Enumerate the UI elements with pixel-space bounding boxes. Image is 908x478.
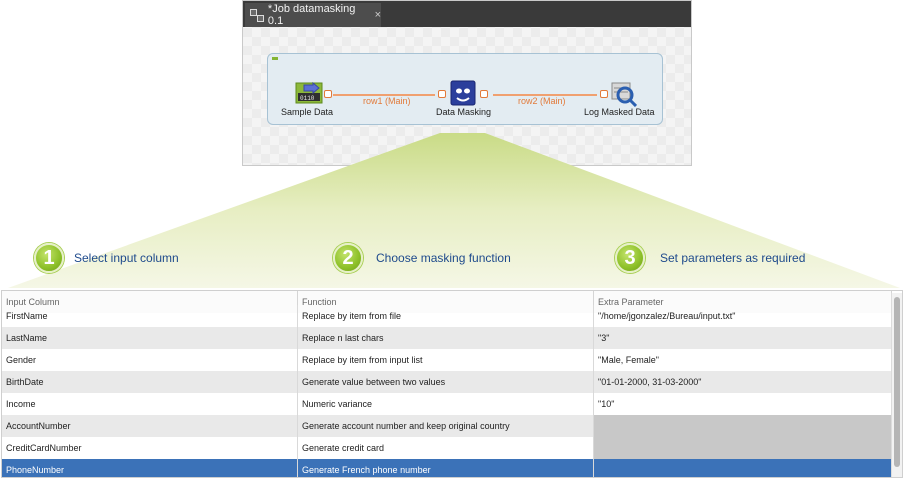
input-column-cell[interactable]: FirstName	[2, 305, 298, 327]
input-column-cell[interactable]: PhoneNumber	[2, 459, 298, 477]
step-1-badge: 1	[34, 243, 64, 273]
step-2-text: Choose masking function	[376, 251, 511, 265]
extra-parameter-cell[interactable]: "/home/jgonzalez/Bureau/input.txt"	[594, 305, 892, 327]
extra-parameter-cell[interactable]: "Male, Female"	[594, 349, 892, 371]
table-row[interactable]: FirstName Replace by item from file "/ho…	[2, 305, 892, 327]
extra-parameter-cell[interactable]: "10"	[594, 393, 892, 415]
function-cell[interactable]: Replace n last chars	[298, 327, 594, 349]
input-column-cell[interactable]: AccountNumber	[2, 415, 298, 437]
function-cell[interactable]: Replace by item from input list	[298, 349, 594, 371]
input-column-cell[interactable]: LastName	[2, 327, 298, 349]
extra-parameter-cell[interactable]	[594, 459, 892, 477]
table-row[interactable]: CreditCardNumber Generate credit card	[2, 437, 892, 459]
input-column-cell[interactable]: Gender	[2, 349, 298, 371]
table-row[interactable]: AccountNumber Generate account number an…	[2, 415, 892, 437]
extra-parameter-cell[interactable]: "01-01-2000, 31-03-2000"	[594, 371, 892, 393]
table-row[interactable]: BirthDate Generate value between two val…	[2, 371, 892, 393]
function-cell[interactable]: Generate account number and keep origina…	[298, 415, 594, 437]
function-cell[interactable]: Generate French phone number	[298, 459, 594, 477]
function-cell[interactable]: Generate credit card	[298, 437, 594, 459]
input-column-cell[interactable]: Income	[2, 393, 298, 415]
function-cell[interactable]: Replace by item from file	[298, 305, 594, 327]
step-3-text: Set parameters as required	[660, 251, 806, 265]
table-row[interactable]: Gender Replace by item from input list "…	[2, 349, 892, 371]
table-row[interactable]: Income Numeric variance "10"	[2, 393, 892, 415]
extra-parameter-cell[interactable]: "3"	[594, 327, 892, 349]
table-row[interactable]: LastName Replace n last chars "3"	[2, 327, 892, 349]
extra-parameter-cell	[594, 415, 892, 437]
masking-config-table[interactable]: Input Column Function Extra Parameter Fi…	[1, 290, 903, 478]
step-2-badge: 2	[333, 243, 363, 273]
function-cell[interactable]: Numeric variance	[298, 393, 594, 415]
scrollbar-thumb[interactable]	[894, 297, 900, 467]
step-1-text: Select input column	[74, 251, 179, 265]
input-column-cell[interactable]: BirthDate	[2, 371, 298, 393]
vertical-scrollbar[interactable]	[891, 293, 902, 477]
extra-parameter-cell	[594, 437, 892, 459]
input-column-cell[interactable]: CreditCardNumber	[2, 437, 298, 459]
table-row-selected[interactable]: PhoneNumber Generate French phone number	[2, 459, 892, 477]
function-cell[interactable]: Generate value between two values	[298, 371, 594, 393]
step-3-badge: 3	[615, 243, 645, 273]
